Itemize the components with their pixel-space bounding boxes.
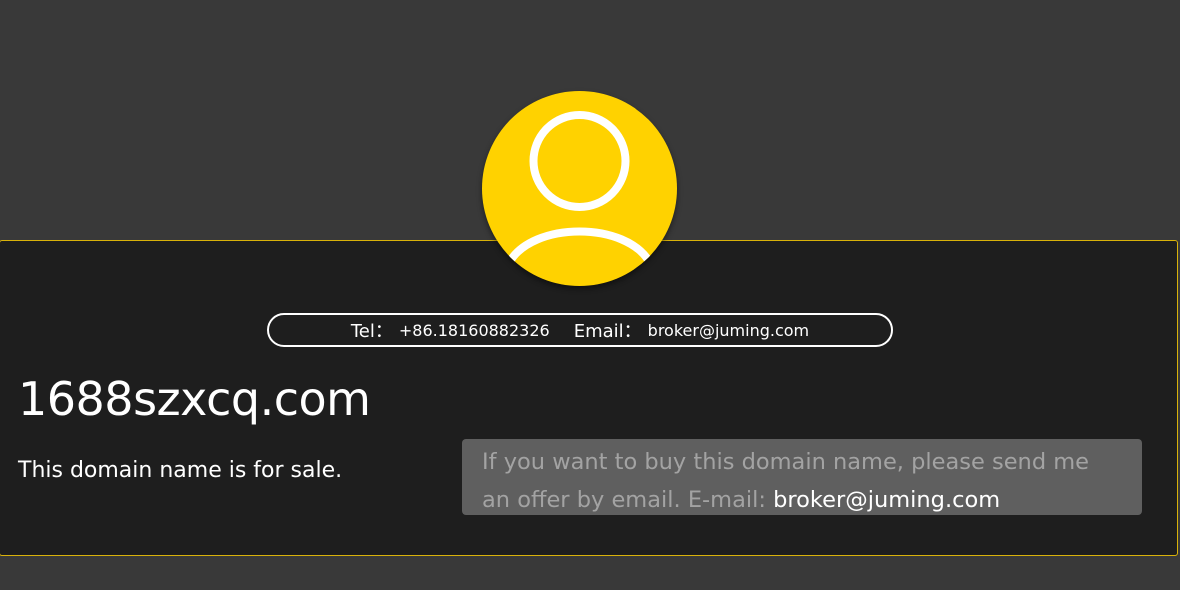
offer-box: If you want to buy this domain name, ple… [462,439,1142,515]
offer-email-link[interactable]: broker@juming.com [773,487,1000,513]
email-label: Email： [573,321,642,342]
domain-title: 1688szxcq.com [18,372,371,426]
tel-value[interactable]: +86.18160882326 [399,321,550,340]
sale-text: This domain name is for sale. [18,458,343,483]
user-icon [505,111,654,266]
tel-label: Tel： [350,321,393,342]
contact-bar: Tel： +86.18160882326 Email： broker@jumin… [267,313,893,347]
email-value[interactable]: broker@juming.com [648,321,809,340]
avatar [482,91,677,286]
